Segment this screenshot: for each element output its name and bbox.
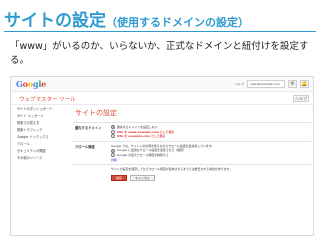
slide-title-sub: （使用するドメインの設定） — [106, 16, 249, 29]
settings-gear-icon[interactable]: ⚙ — [288, 80, 297, 88]
product-bar: ウェブマスター ツール ヘルプ — [11, 93, 313, 105]
account-selector[interactable]: user@example.com — [247, 80, 285, 88]
sidebar-item[interactable]: その他のリソース — [11, 155, 71, 162]
slide-description: 「www」がいるのか、いらないか、正式なドメインと紐付けを設定する。 — [10, 41, 309, 66]
save-button[interactable]: 保存 — [111, 174, 128, 181]
settings-row: クロール頻度 Google では、サイトへの負荷を抑えながらクロール速度を最適化し… — [73, 140, 311, 164]
google-top-bar: Google ヘルプ user@example.com ⚙ 🔔 — [11, 77, 313, 92]
sidebar-item[interactable]: Google インデックス — [11, 134, 71, 141]
settings-footer: サイトの設定を保存してからクロール頻度が反映されるまでには数日かかる場合がありま… — [73, 164, 311, 183]
google-logo[interactable]: Google — [16, 79, 46, 89]
radio-button[interactable] — [111, 148, 115, 153]
webmaster-tools-screenshot: Google ヘルプ user@example.com ⚙ 🔔 ウェブマスター … — [10, 76, 314, 236]
sidebar-item[interactable]: 検索トラフィック — [11, 127, 71, 134]
help-button[interactable]: ヘルプ — [293, 95, 309, 102]
notification-bell-icon[interactable]: 🔔 — [300, 80, 309, 88]
title-divider — [4, 31, 316, 32]
sidebar-item[interactable]: セキュリティの問題 — [11, 148, 71, 155]
sidebar-item[interactable]: クロール — [11, 141, 71, 148]
main-content: サイトの設定 優先するドメイン 優先するドメインを設定しない URL を www.e… — [73, 106, 311, 183]
sidebar-item[interactable]: サイト メッセージ — [11, 113, 71, 120]
radio-label: Google の最大クロール頻度を制限する — [117, 152, 169, 157]
radio-button[interactable] — [111, 134, 115, 139]
settings-row-label: 優先するドメイン — [75, 126, 102, 130]
topbar-right: ヘルプ user@example.com ⚙ 🔔 — [235, 80, 309, 88]
page-title: サイトの設定 — [75, 109, 117, 117]
cancel-button[interactable]: キャンセル — [130, 174, 156, 181]
sidebar: サイトのダッシュボード サイト メッセージ 検索での見え方 検索トラフィック Googl… — [11, 106, 71, 162]
product-name[interactable]: ウェブマスター ツール — [19, 95, 76, 103]
settings-row-label: クロール頻度 — [75, 144, 95, 149]
help-link[interactable]: 詳細 — [111, 158, 311, 163]
radio-label: URL を example.com として表示 — [117, 134, 166, 139]
settings-row: 優先するドメイン 優先するドメインを設定しない URL を www.example.… — [73, 122, 311, 141]
radio-button[interactable] — [111, 129, 115, 134]
slide-title: サイトの設定（使用するドメインの設定） — [4, 6, 249, 31]
radio-option[interactable]: URL を example.com として表示 — [111, 134, 311, 139]
slide-title-main: サイトの設定 — [4, 11, 106, 31]
settings-rows: 優先するドメイン 優先するドメインを設定しない URL を www.example.… — [73, 122, 311, 164]
sidebar-item[interactable]: 検索での見え方 — [11, 120, 71, 127]
topbar-help-link[interactable]: ヘルプ — [235, 82, 244, 86]
sidebar-item[interactable]: サイトのダッシュボード — [11, 106, 71, 113]
note-text: サイトの設定を保存してからクロール頻度が反映されるまでには数日かかる場合がありま… — [111, 167, 233, 172]
